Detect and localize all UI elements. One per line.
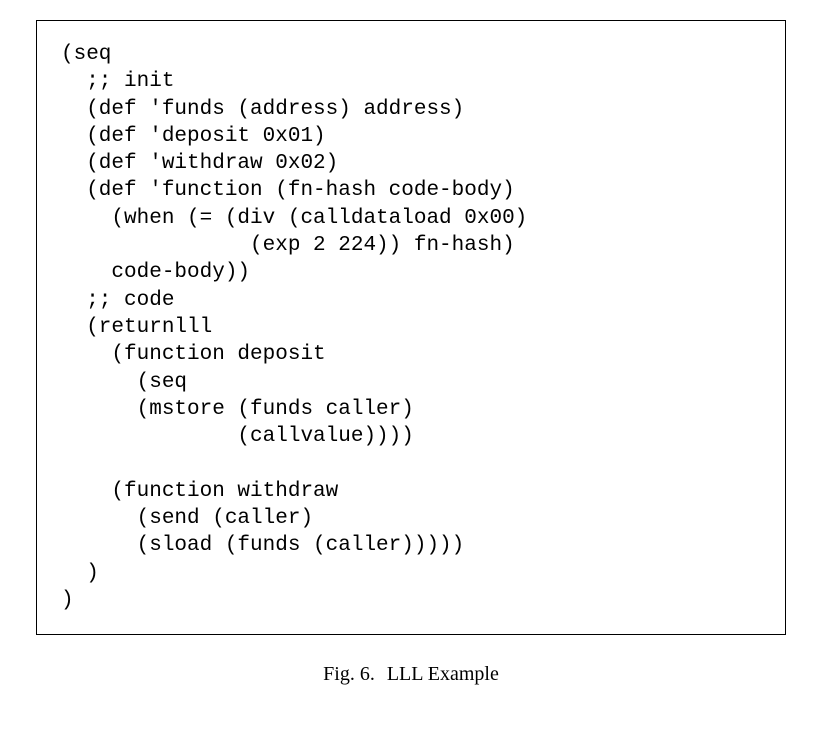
code-listing-box: (seq ;; init (def 'funds (address) addre… [36, 20, 786, 635]
code-line: (def 'withdraw 0x02) [61, 152, 338, 175]
code-line: code-body)) [61, 261, 250, 284]
code-line: ) [61, 589, 74, 612]
code-line: (callvalue)))) [61, 425, 414, 448]
code-line: (send (caller) [61, 507, 313, 530]
code-line: (def 'function (fn-hash code-body) [61, 179, 515, 202]
code-line: (seq [61, 43, 111, 66]
code-line: ;; code [61, 289, 174, 312]
code-line: (def 'deposit 0x01) [61, 125, 326, 148]
code-line: (when (= (div (calldataload 0x00) [61, 207, 527, 230]
code-line: (seq [61, 371, 187, 394]
code-line: (function withdraw [61, 480, 338, 503]
figure-caption: Fig. 6. LLL Example [20, 663, 802, 686]
figure-title: LLL Example [387, 663, 499, 685]
code-line: (function deposit [61, 343, 326, 366]
code-line: ;; init [61, 70, 174, 93]
code-line: (def 'funds (address) address) [61, 98, 464, 121]
code-line: (exp 2 224)) fn-hash) [61, 234, 515, 257]
figure-label: Fig. 6. [323, 663, 375, 685]
code-line: (mstore (funds caller) [61, 398, 414, 421]
code-line: (returnlll [61, 316, 212, 339]
code-line: ) [61, 562, 99, 585]
code-line: (sload (funds (caller))))) [61, 534, 464, 557]
